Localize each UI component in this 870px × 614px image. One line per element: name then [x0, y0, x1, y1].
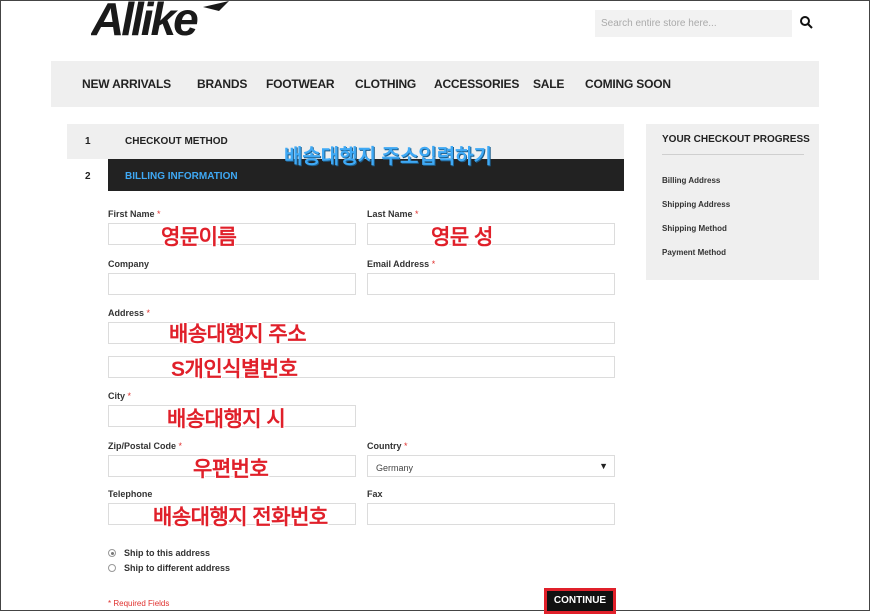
dropdown-arrow-icon: ▼ [599, 461, 608, 471]
checkout-progress-panel: YOUR CHECKOUT PROGRESS Billing Address S… [646, 124, 819, 280]
brand-logo[interactable]: Allike [90, 0, 231, 45]
company-field[interactable] [108, 273, 356, 295]
nav-accessories[interactable]: ACCESSORIES [434, 77, 519, 91]
progress-shipping-method[interactable]: Shipping Method [662, 224, 727, 233]
nav-new-arrivals[interactable]: NEW ARRIVALS [82, 77, 171, 91]
fax-label: Fax [367, 489, 383, 499]
step-number: 2 [85, 171, 91, 182]
continue-button[interactable]: CONTINUE [544, 588, 616, 614]
country-label: Country * [367, 441, 408, 451]
annotation-telephone: 배송대행지 전화번호 [153, 506, 328, 529]
required-fields-note: * Required Fields [108, 599, 170, 608]
nav-footwear[interactable]: FOOTWEAR [266, 77, 335, 91]
annotation-address: 배송대행지 주소 [169, 323, 307, 346]
telephone-label: Telephone [108, 489, 153, 499]
main-nav: NEW ARRIVALS BRANDS FOOTWEAR CLOTHING AC… [51, 61, 819, 107]
nav-coming-soon[interactable]: COMING SOON [585, 77, 671, 91]
annotation-last-name: 영문 성 [431, 226, 493, 249]
nav-clothing[interactable]: CLOTHING [355, 77, 416, 91]
step-number: 1 [85, 136, 91, 147]
annotation-city: 배송대행지 시 [167, 408, 286, 431]
search-icon[interactable] [799, 15, 815, 31]
radio-label: Ship to different address [124, 563, 231, 573]
address-label: Address * [108, 308, 151, 318]
country-select[interactable]: Germany ▼ [367, 455, 615, 477]
email-label: Email Address * [367, 259, 436, 269]
progress-title: YOUR CHECKOUT PROGRESS [662, 134, 810, 145]
step-title: CHECKOUT METHOD [125, 136, 228, 147]
annotation-first-name: 영문이름 [161, 226, 237, 249]
zip-label: Zip/Postal Code * [108, 441, 183, 451]
progress-billing-address[interactable]: Billing Address [662, 176, 720, 185]
nav-brands[interactable]: BRANDS [197, 77, 247, 91]
radio-button[interactable] [108, 564, 116, 572]
step-title: BILLING INFORMATION [125, 171, 238, 182]
nav-sale[interactable]: SALE [533, 77, 564, 91]
first-name-label: First Name * [108, 209, 161, 219]
progress-shipping-address[interactable]: Shipping Address [662, 200, 730, 209]
country-value: Germany [376, 463, 414, 473]
divider [662, 154, 804, 155]
email-field[interactable] [367, 273, 615, 295]
radio-button-selected[interactable] [108, 549, 116, 557]
search-input[interactable] [595, 10, 787, 37]
last-name-label: Last Name * [367, 209, 419, 219]
radio-label: Ship to this address [124, 548, 211, 558]
city-label: City * [108, 391, 132, 401]
fax-field[interactable] [367, 503, 615, 525]
company-label: Company [108, 259, 150, 269]
annotation-zip: 우편번호 [193, 458, 269, 481]
progress-payment-method[interactable]: Payment Method [662, 248, 726, 257]
annotation-personal-id: S개인식별번호 [171, 358, 298, 381]
svg-text:Allike: Allike [91, 0, 198, 41]
search-box [595, 10, 792, 37]
annotation-title: 배송대행지 주소입력하기 [284, 146, 492, 168]
